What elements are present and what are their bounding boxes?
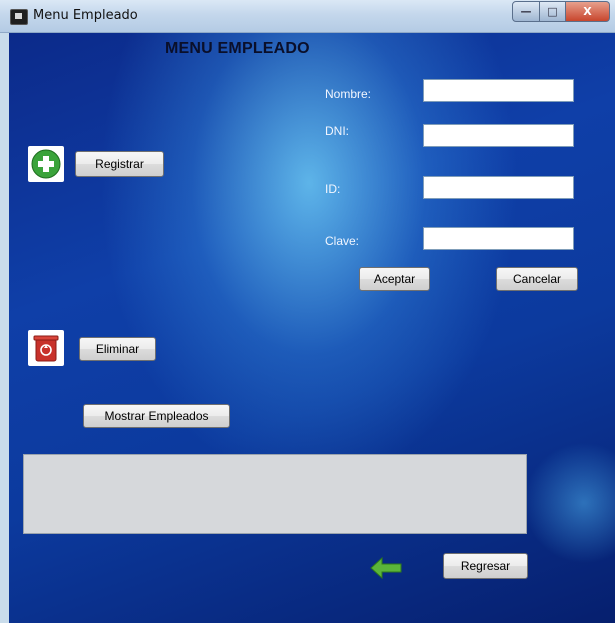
close-button[interactable]: X — [566, 1, 610, 22]
maximize-button[interactable]: □ — [540, 1, 566, 22]
plus-circle-icon — [28, 146, 64, 182]
window-controls: — □ X — [512, 1, 610, 22]
menu-empleado-window: Menu Empleado — □ X MENU EMPLEADO Regist… — [0, 0, 615, 623]
cancelar-button[interactable]: Cancelar — [496, 267, 578, 291]
content-panel: MENU EMPLEADO Registrar Nombre: DNI: ID:… — [9, 33, 615, 623]
dni-field[interactable] — [423, 124, 574, 147]
regresar-button[interactable]: Regresar — [443, 553, 528, 579]
window-icon — [10, 9, 28, 25]
minimize-button[interactable]: — — [512, 1, 540, 22]
id-field[interactable] — [423, 176, 574, 199]
nombre-field[interactable] — [423, 79, 574, 102]
page-title: MENU EMPLEADO — [165, 40, 310, 57]
clave-label: Clave: — [325, 234, 360, 248]
id-label: ID: — [325, 182, 341, 196]
window-title: Menu Empleado — [33, 8, 138, 23]
clave-field[interactable] — [423, 227, 574, 250]
aceptar-button[interactable]: Aceptar — [359, 267, 430, 291]
eliminar-button[interactable]: Eliminar — [79, 337, 156, 361]
employees-list-area[interactable] — [23, 454, 527, 534]
arrow-left-icon — [369, 556, 403, 580]
registrar-button[interactable]: Registrar — [75, 151, 164, 177]
trash-icon — [28, 330, 64, 366]
mostrar-empleados-button[interactable]: Mostrar Empleados — [83, 404, 230, 428]
nombre-label: Nombre: — [325, 87, 372, 101]
dni-label: DNI: — [325, 124, 349, 138]
title-bar: Menu Empleado — □ X — [0, 0, 615, 33]
